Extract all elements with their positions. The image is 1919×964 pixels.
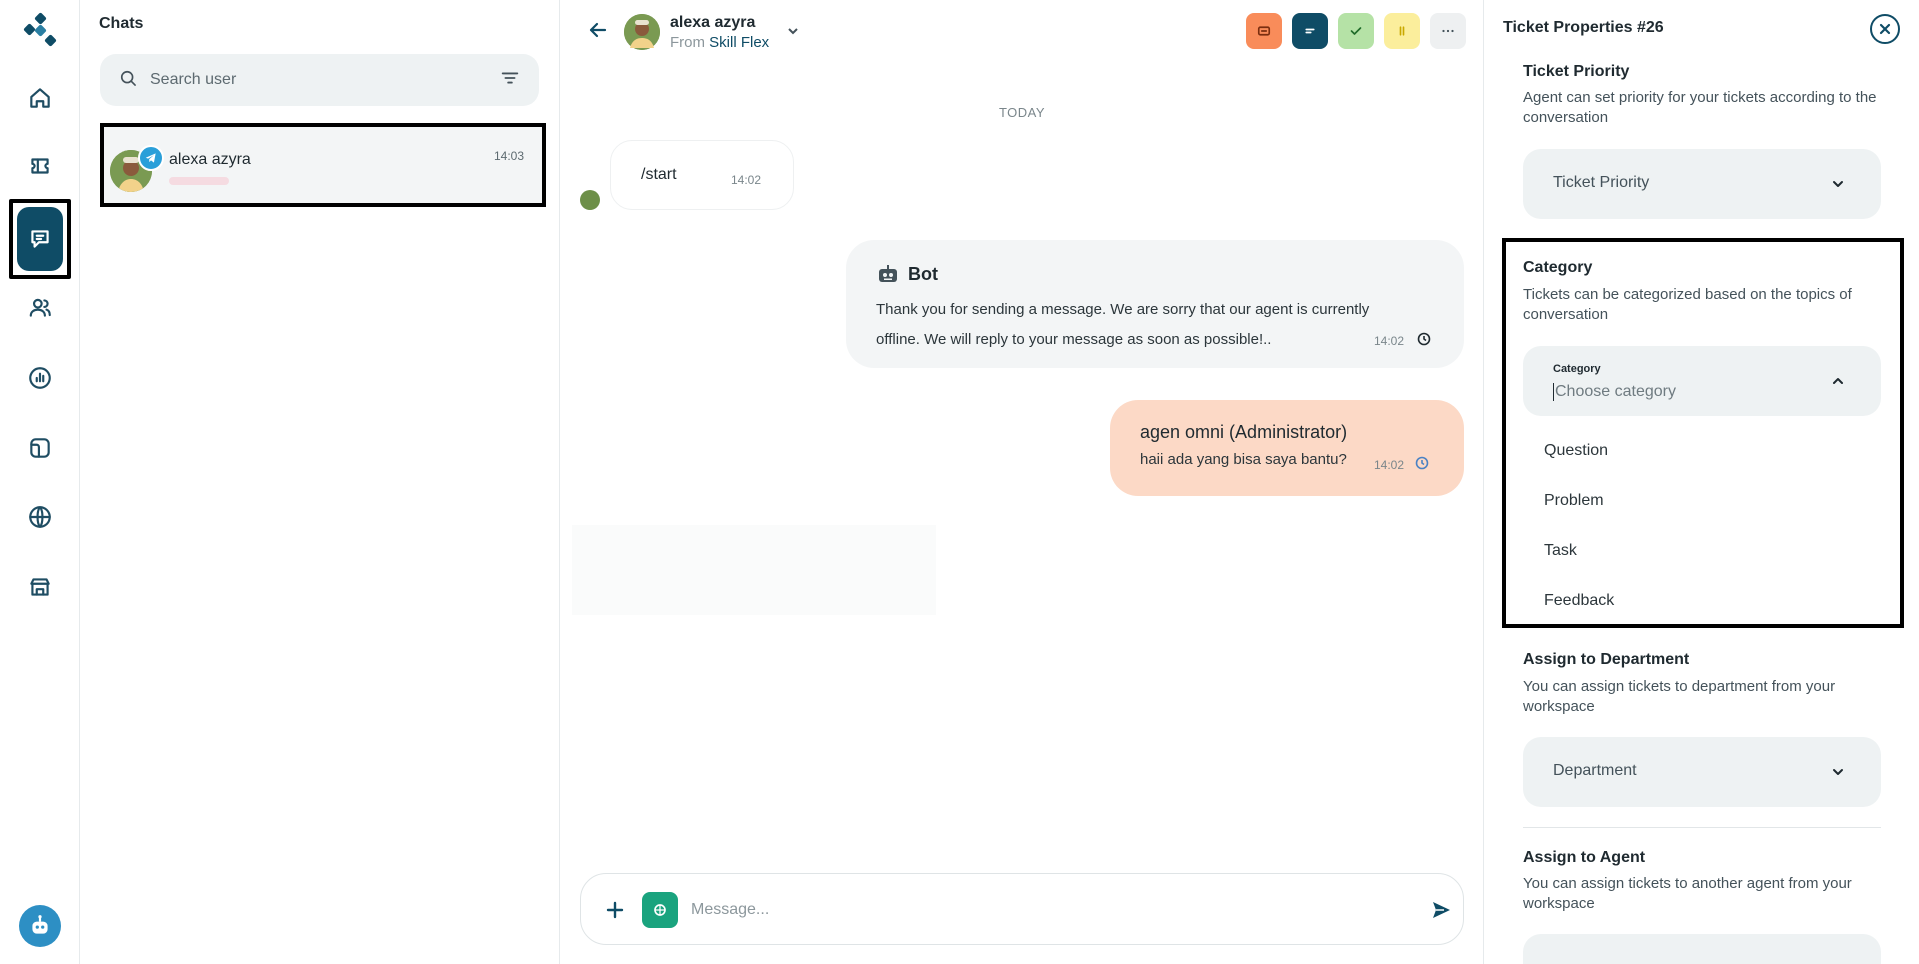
- chevron-down-icon: [1831, 177, 1845, 191]
- chat-list-panel: Chats alexa azyra 14:03: [80, 0, 560, 964]
- message-input[interactable]: [691, 894, 1371, 926]
- department-select-label: Department: [1553, 762, 1637, 779]
- message-preview: [169, 177, 229, 185]
- category-description: Tickets can be categorized based on the …: [1523, 286, 1852, 323]
- agent-title: Assign to Agent: [1523, 849, 1646, 866]
- message-text: haii ada yang bisa saya bantu?: [1140, 451, 1347, 468]
- department-select[interactable]: Department: [1523, 737, 1881, 807]
- home-nav-icon[interactable]: [0, 70, 80, 126]
- header-source: From Skill Flex: [670, 34, 769, 51]
- chevron-down-icon: [1831, 765, 1845, 779]
- from-source[interactable]: Skill Flex: [709, 34, 769, 51]
- assistant-avatar[interactable]: [19, 905, 61, 947]
- sender-avatar: [580, 190, 600, 210]
- chat-list-title: Chats: [99, 15, 144, 32]
- search-box[interactable]: [100, 54, 539, 106]
- chat-time: 14:03: [493, 149, 524, 163]
- bot-message: Bot Thank you for sending a message. We …: [846, 240, 1464, 368]
- pause-button[interactable]: [1384, 13, 1420, 49]
- header-avatar: [624, 14, 660, 50]
- category-select[interactable]: Category: [1523, 346, 1881, 416]
- category-field-label: Category: [1553, 363, 1601, 375]
- agent-name: agen omni (Administrator): [1140, 422, 1348, 442]
- priority-select-label: Ticket Priority: [1553, 174, 1650, 191]
- left-rail: [0, 0, 80, 964]
- date-divider: TODAY: [998, 105, 1046, 120]
- panel-title: Ticket Properties #26: [1503, 19, 1664, 36]
- contacts-nav-icon[interactable]: [0, 280, 80, 336]
- send-icon[interactable]: [1429, 898, 1453, 922]
- clock-icon: [1414, 455, 1430, 471]
- channels-nav-icon[interactable]: [0, 420, 80, 476]
- bot-name: Bot: [908, 264, 938, 284]
- app-logo-icon[interactable]: [22, 12, 58, 48]
- agent-description: You can assign tickets to another agent …: [1523, 875, 1852, 912]
- message-time: 14:02: [731, 173, 762, 187]
- reports-nav-icon[interactable]: [0, 350, 80, 406]
- loading-placeholder: [572, 525, 936, 615]
- message-text: Thank you for sending a message. We are …: [876, 301, 1370, 348]
- tickets-nav-icon[interactable]: [0, 138, 80, 194]
- web-nav-icon[interactable]: [0, 489, 80, 545]
- priority-select[interactable]: Ticket Priority: [1523, 149, 1881, 219]
- category-option-problem[interactable]: Problem: [1544, 492, 1604, 510]
- priority-description: Agent can set priority for your tickets …: [1523, 89, 1877, 126]
- contact-name: alexa azyra: [169, 151, 251, 168]
- more-options-button[interactable]: [1430, 13, 1466, 49]
- incoming-message: /start 14:02: [610, 140, 794, 210]
- department-title: Assign to Department: [1523, 651, 1690, 668]
- telegram-icon: [138, 145, 164, 171]
- chevron-up-icon: [1831, 374, 1845, 388]
- message-time: 14:02: [1374, 458, 1405, 472]
- chats-nav-icon[interactable]: [9, 199, 71, 279]
- ticket-properties-panel: Ticket Properties #26 Ticket Priority Ag…: [1484, 0, 1919, 964]
- notes-button[interactable]: [1292, 13, 1328, 49]
- from-label: From: [670, 34, 705, 51]
- conversation-panel: alexa azyra From Skill Flex TODAY /start…: [560, 0, 1484, 964]
- ai-assistant-icon[interactable]: [642, 892, 678, 928]
- robot-icon: [876, 262, 900, 286]
- conversation-toolbar: [1246, 13, 1466, 49]
- close-icon[interactable]: [1870, 14, 1900, 44]
- department-description: You can assign tickets to department fro…: [1523, 678, 1836, 715]
- category-option-feedback[interactable]: Feedback: [1544, 592, 1614, 610]
- chat-list-item[interactable]: alexa azyra 14:03: [100, 123, 546, 207]
- plus-icon[interactable]: [603, 898, 627, 922]
- priority-title: Ticket Priority: [1523, 63, 1630, 80]
- category-input[interactable]: [1553, 383, 1813, 401]
- search-input[interactable]: [150, 71, 499, 89]
- message-text: /start: [641, 166, 677, 183]
- message-composer: [580, 873, 1464, 945]
- message-time: 14:02: [1374, 334, 1405, 348]
- category-option-task[interactable]: Task: [1544, 542, 1577, 560]
- header-contact-name: alexa azyra: [670, 14, 756, 31]
- resolve-button[interactable]: [1338, 13, 1374, 49]
- filter-icon[interactable]: [499, 67, 521, 94]
- store-nav-icon[interactable]: [0, 559, 80, 615]
- search-icon: [118, 68, 138, 93]
- clock-icon: [1416, 331, 1432, 347]
- back-arrow-icon[interactable]: [586, 18, 610, 42]
- chevron-down-icon[interactable]: [786, 24, 800, 38]
- category-title: Category: [1523, 259, 1593, 276]
- section-divider: [1523, 827, 1881, 828]
- agent-select[interactable]: [1523, 934, 1881, 964]
- ticket-button[interactable]: [1246, 13, 1282, 49]
- category-option-question[interactable]: Question: [1544, 442, 1608, 460]
- agent-message: agen omni (Administrator) haii ada yang …: [1110, 400, 1464, 496]
